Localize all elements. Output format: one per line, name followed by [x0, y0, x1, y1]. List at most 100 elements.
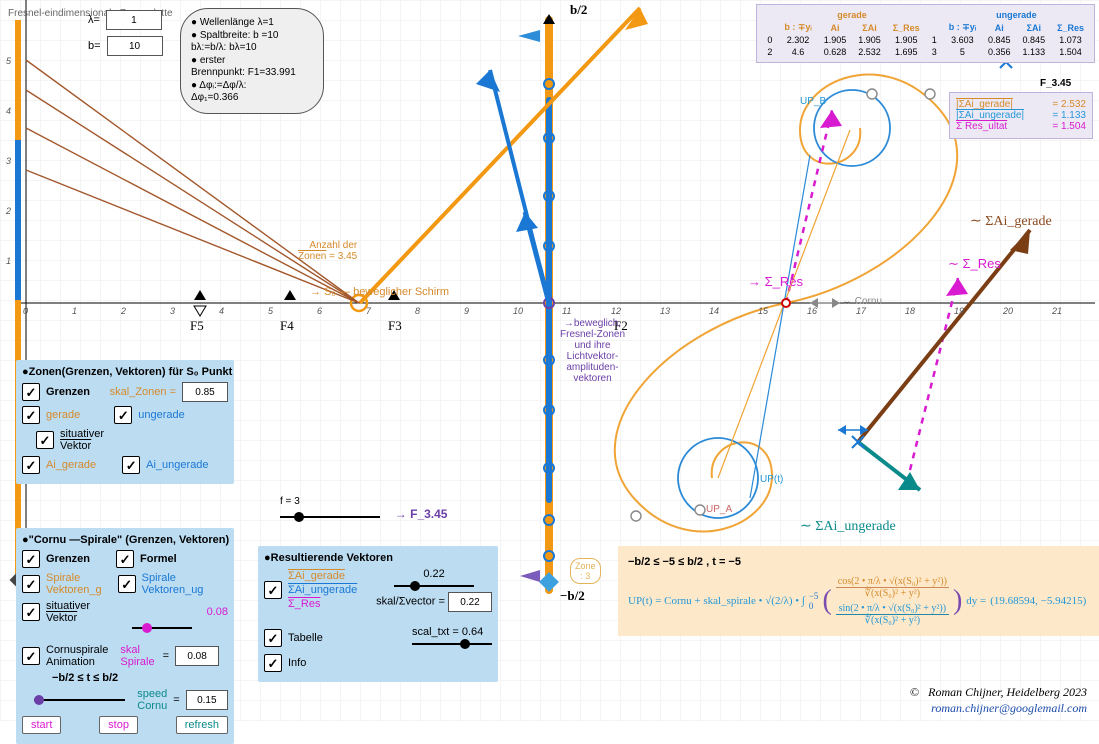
chk-ungerade[interactable]	[114, 406, 132, 424]
sigAi-gerade-label: ∼ ΣAi_gerade	[970, 213, 1052, 230]
chk-situativ1[interactable]	[36, 431, 54, 449]
x-tick: 15	[758, 306, 768, 316]
sigres-top-label: → Σ_Res	[748, 274, 803, 289]
upB-label: UP_B	[800, 96, 826, 107]
chk-info[interactable]	[264, 654, 282, 672]
chk-aiungerade[interactable]	[122, 456, 140, 474]
chk-cornu-grenzen[interactable]	[22, 550, 40, 568]
info-l7: Δφ₁=0.366	[191, 92, 313, 105]
y-tick: 4	[6, 106, 11, 116]
info-l4: ● erster	[191, 55, 313, 68]
x-tick: 18	[905, 306, 915, 316]
x-tick: 17	[856, 306, 866, 316]
x-tick: 12	[611, 306, 621, 316]
panel-zonen-hdr: ●Zonen(Grenzen, Vektoren) für S₀ Punkt	[22, 366, 228, 378]
refresh-button[interactable]: refresh	[176, 716, 228, 734]
chk-spirale-g[interactable]	[22, 575, 40, 593]
credit: © Roman Chijner, Heidelberg 2023	[910, 685, 1087, 700]
F5-label: F5	[190, 318, 204, 334]
x-tick: 20	[1003, 306, 1013, 316]
x-tick: 5	[268, 306, 273, 316]
x-tick: 2	[121, 306, 126, 316]
chk-res-vec[interactable]	[264, 581, 282, 599]
info-l2: ● Spaltbreite: b =10	[191, 30, 313, 43]
chk-cornu-anim[interactable]	[22, 647, 40, 665]
start-button[interactable]: start	[22, 716, 61, 734]
x-tick: 4	[219, 306, 224, 316]
skal-spirale-input[interactable]: 0.08	[175, 646, 219, 666]
slider-skal-vec[interactable]	[394, 585, 474, 587]
zone-badge: Zone: 3	[570, 558, 601, 584]
panel-result-hdr: ●Resultierende Vektoren	[264, 552, 492, 564]
result-table: gerade ungerade b : ∓yᵢAiΣAiΣ_Resb : ∓yᵢ…	[756, 4, 1095, 63]
chk-cornu-formel[interactable]	[116, 550, 134, 568]
x-tick: 3	[170, 306, 175, 316]
x-tick: 21	[1052, 306, 1062, 316]
b2-bottom-label: −b/2	[560, 588, 585, 604]
F345-label: F_3.45	[1040, 78, 1071, 89]
y-tick: 2	[6, 206, 11, 216]
upA-label: UP_A	[706, 504, 732, 515]
panel-cornu: ●"Cornu —Spirale" (Grenzen, Vektoren) Gr…	[16, 528, 234, 744]
vb-k3: Σ Res_ultat	[956, 121, 1007, 132]
x-tick: 10	[513, 306, 523, 316]
info-l6: ● Δφᵢ:=Δφ/λ:	[191, 80, 313, 93]
anzahl-eq: = 3.45	[329, 251, 357, 262]
chk-grenzen-zonen[interactable]	[22, 383, 40, 401]
slider-scaltxt[interactable]	[412, 643, 492, 645]
x-tick: 9	[464, 306, 469, 316]
skal-zonen-input[interactable]: 0.85	[182, 382, 228, 402]
slider-sit[interactable]	[132, 627, 192, 629]
y-tick: 5	[6, 56, 11, 66]
info-box: ● Wellenlänge λ=1 ● Spaltbreite: b =10 b…	[180, 8, 324, 114]
anzahl-l2: Zonen	[298, 251, 326, 262]
formula-box: −b/2 ≤ −5 ≤ b/2 , t = −5 UP(t) = Cornu +…	[618, 546, 1099, 636]
x-tick: 6	[317, 306, 322, 316]
vb-k2: |ΣAi_ungerade|	[956, 110, 1024, 121]
sigAi-ungerade-label: ∼ ΣAi_ungerade	[800, 518, 896, 535]
F4-label: F4	[280, 318, 294, 334]
chk-tabelle[interactable]	[264, 629, 282, 647]
x-tick: 11	[562, 306, 571, 316]
slider-f[interactable]	[280, 516, 380, 518]
chk-gerade[interactable]	[22, 406, 40, 424]
anzahl-l1: Anzahl der	[309, 240, 357, 251]
info-l3: bλ:=b/λ: bλ=10	[191, 42, 313, 55]
skal-vec-input[interactable]: 0.22	[448, 592, 492, 612]
slider-t[interactable]	[34, 699, 125, 701]
vb-v3: = 1.504	[1052, 121, 1086, 132]
valuebox: |ΣAi_gerade| = 2.532 |ΣAi_ungerade| = 1.13…	[949, 92, 1093, 139]
speed-cornu-input[interactable]: 0.15	[186, 690, 228, 710]
chk-aigerade[interactable]	[22, 456, 40, 474]
x-tick: 7	[366, 306, 371, 316]
info-l5: Brennpunkt: F1=33.991	[191, 67, 313, 80]
vb-k1: |ΣAi_gerade|	[956, 99, 1013, 110]
formula-header: −b/2 ≤ −5 ≤ b/2 , t = −5	[628, 556, 1090, 568]
farrow-label: → F_3.45	[395, 507, 448, 521]
F3-label: F3	[388, 318, 402, 334]
b-label: b=	[88, 40, 101, 52]
chk-spirale-ug[interactable]	[118, 575, 136, 593]
vb-v2: = 1.133	[1052, 110, 1086, 121]
lambda-input[interactable]: 1	[106, 10, 162, 30]
chk-situativ2[interactable]	[22, 603, 40, 621]
param-inputs: λ= 1 b= 10	[88, 10, 163, 62]
x-tick: 14	[709, 306, 719, 316]
x-tick: 13	[660, 306, 670, 316]
panel-zonen: ●Zonen(Grenzen, Vektoren) für S₀ Punkt G…	[16, 360, 234, 484]
credit-email[interactable]: roman.chijner@googlemail.com	[931, 701, 1087, 716]
stop-button[interactable]: stop	[99, 716, 138, 734]
x-tick: 19	[954, 306, 964, 316]
y-tick: 1	[6, 256, 11, 266]
x-tick: 16	[807, 306, 817, 316]
vb-v1: = 2.532	[1052, 99, 1086, 110]
b-input[interactable]: 10	[107, 36, 163, 56]
x-tick: 8	[415, 306, 420, 316]
b2-top-label: b/2	[570, 2, 587, 18]
sigres-big-label: ∼ Σ_Res	[948, 256, 1001, 272]
x-tick: 0	[23, 306, 28, 316]
lambda-label: λ=	[88, 14, 100, 26]
s0-label: → S₀ — beweglicher Schirm	[310, 286, 449, 298]
beweglich-text: →beweglich,Fresnel-Zonenund ihre Lichtve…	[560, 318, 625, 384]
y-tick: 3	[6, 156, 11, 166]
